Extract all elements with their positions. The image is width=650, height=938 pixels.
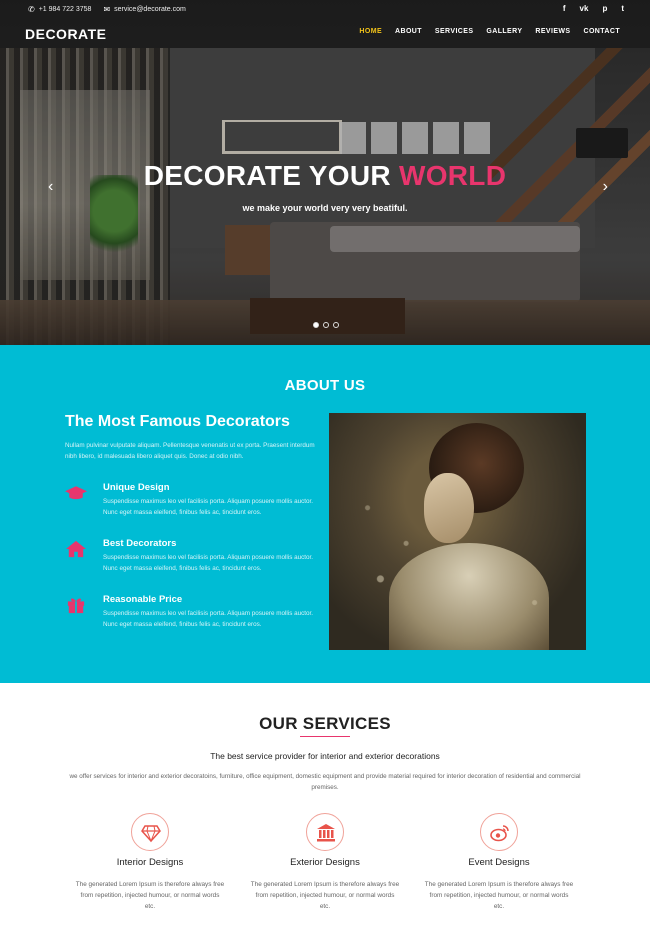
gift-icon [67, 598, 85, 614]
contact-info: ✆ +1 984 722 3758 ✉ service@decorate.com [28, 5, 186, 14]
about-intro: Nullam pulvinar vulputate aliquam. Pelle… [65, 442, 315, 460]
main-menu: HOME ABOUT SERVICES GALLERY REVIEWS CONT… [359, 28, 620, 35]
nav-reviews[interactable]: REVIEWS [535, 28, 570, 35]
phone-icon: ✆ [28, 5, 35, 14]
service-title: Interior Designs [116, 857, 184, 868]
social-links: f vk p t [563, 4, 624, 13]
nav-gallery[interactable]: GALLERY [486, 28, 522, 35]
service-card: Event Designs The generated Lorem Ipsum … [424, 811, 574, 931]
hero-title: DECORATE YOUR WORLD [0, 160, 650, 192]
nav-home[interactable]: HOME [359, 28, 382, 35]
nav-contact[interactable]: CONTACT [584, 28, 621, 35]
feature-title: Reasonable Price [103, 594, 183, 605]
heading-underline [300, 736, 350, 737]
feature-item: Unique Design Suspendisse maximus leo ve… [65, 482, 325, 530]
feature-item: Best Decorators Suspendisse maximus leo … [65, 538, 325, 586]
service-title: Event Designs [468, 857, 530, 868]
weibo-icon [490, 825, 509, 842]
about-lead: The Most Famous Decorators [65, 413, 290, 430]
vk-icon[interactable]: vk [580, 4, 589, 13]
about-heading: ABOUT US [284, 377, 366, 394]
next-arrow-icon[interactable]: › [603, 178, 608, 196]
prev-arrow-icon[interactable]: ‹ [48, 178, 53, 196]
services-tagline: The best service provider for interior a… [210, 751, 440, 761]
brand-logo[interactable]: DECORATE [25, 26, 107, 42]
services-heading: OUR SERVICES [259, 714, 391, 733]
portrait-texture [329, 413, 586, 650]
email-address: service@decorate.com [114, 6, 186, 13]
service-card: Exterior Designs The generated Lorem Ips… [250, 811, 400, 931]
hero-title-accent: WORLD [398, 160, 507, 191]
hero-title-main: DECORATE YOUR [143, 160, 399, 191]
feature-text: Suspendisse maximus leo vel facilisis po… [103, 498, 313, 516]
top-bar: ✆ +1 984 722 3758 ✉ service@decorate.com… [0, 0, 650, 20]
slider-dot[interactable] [313, 322, 319, 328]
twitter-icon[interactable]: t [621, 4, 624, 13]
pinterest-icon[interactable]: p [602, 4, 607, 13]
facebook-icon[interactable]: f [563, 4, 566, 13]
graduation-cap-icon [65, 486, 87, 500]
feature-text: Suspendisse maximus leo vel facilisis po… [103, 610, 313, 628]
about-portrait-image [329, 413, 586, 650]
service-text: The generated Lorem Ipsum is therefore a… [75, 881, 225, 910]
slider-dot[interactable] [323, 322, 329, 328]
slider-dots [313, 322, 339, 328]
feature-item: Reasonable Price Suspendisse maximus leo… [65, 594, 325, 642]
service-icon-circle[interactable] [306, 813, 344, 851]
email-link[interactable]: ✉ service@decorate.com [103, 5, 185, 14]
hero-slider: ✆ +1 984 722 3758 ✉ service@decorate.com… [0, 0, 650, 345]
feature-title: Unique Design [103, 482, 170, 493]
service-text: The generated Lorem Ipsum is therefore a… [424, 881, 574, 910]
services-section: OUR SERVICES The best service provider f… [0, 683, 650, 938]
service-icon-circle[interactable] [480, 813, 518, 851]
slider-dot[interactable] [333, 322, 339, 328]
services-description: we offer services for interior and exter… [69, 773, 581, 791]
hero-subtitle: we make your world very very beatiful. [242, 203, 408, 213]
diamond-icon [141, 825, 161, 843]
feature-title: Best Decorators [103, 538, 177, 549]
feature-text: Suspendisse maximus leo vel facilisis po… [103, 554, 313, 572]
service-title: Exterior Designs [290, 857, 360, 868]
phone-link[interactable]: ✆ +1 984 722 3758 [28, 5, 91, 14]
navbar: DECORATE HOME ABOUT SERVICES GALLERY REV… [0, 20, 650, 48]
nav-about[interactable]: ABOUT [395, 28, 422, 35]
service-text: The generated Lorem Ipsum is therefore a… [250, 881, 400, 910]
about-section: ABOUT US The Most Famous Decorators Null… [0, 345, 650, 683]
phone-number: +1 984 722 3758 [38, 6, 92, 13]
bank-icon [317, 824, 335, 842]
envelope-icon: ✉ [103, 5, 111, 14]
service-icon-circle[interactable] [131, 813, 169, 851]
home-icon [66, 540, 86, 558]
nav-services[interactable]: SERVICES [435, 28, 473, 35]
service-card: Interior Designs The generated Lorem Ips… [75, 811, 225, 931]
